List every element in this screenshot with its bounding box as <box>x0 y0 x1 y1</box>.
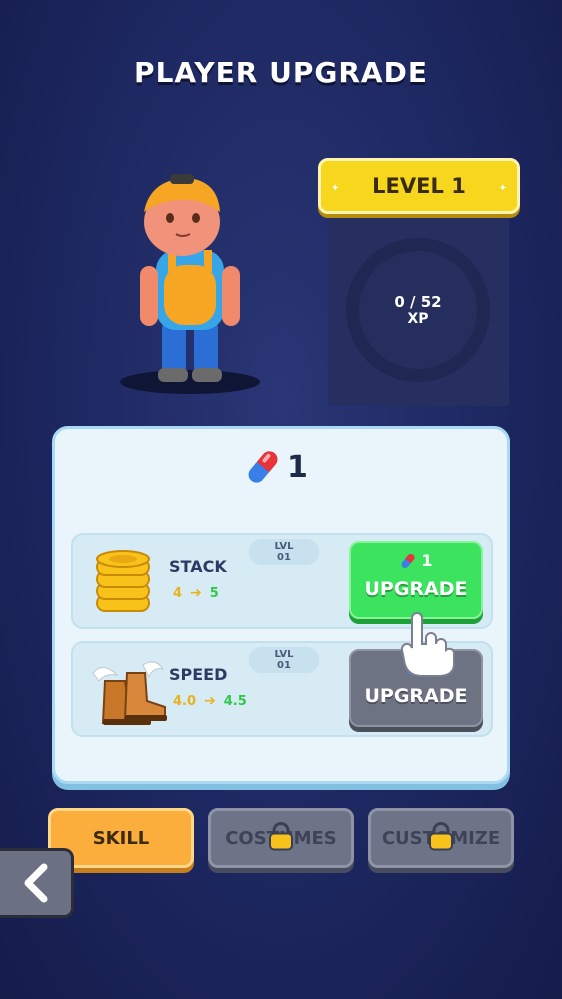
level-banner: ✦ LEVEL 1 ✦ <box>318 158 520 214</box>
skill-level-badge: LVL 01 <box>249 539 319 565</box>
upgrade-label: UPGRADE <box>364 578 468 600</box>
arrow-right-icon: ➔ <box>190 585 202 601</box>
sparkle-icon: ✦ <box>498 183 507 194</box>
lock-icon <box>429 822 453 851</box>
tab-costumes[interactable]: COSTUMES <box>208 808 354 868</box>
lvl-value: 01 <box>277 552 291 563</box>
lvl-value: 01 <box>277 660 291 671</box>
xp-progress-ring: 0 / 52 XP <box>346 238 490 382</box>
skill-name: SPEED <box>169 665 228 684</box>
stat-from: 4 <box>173 585 183 601</box>
cost-value: 1 <box>421 551 433 570</box>
level-label: LEVEL 1 <box>372 174 466 198</box>
lvl-label: LVL <box>274 649 294 660</box>
skill-stat: 4 ➔ 5 <box>173 585 219 601</box>
winged-boots-icon <box>92 661 167 725</box>
xp-unit: XP <box>407 311 429 327</box>
tab-customize[interactable]: CUSTOMIZE <box>368 808 514 868</box>
lvl-label: LVL <box>274 541 294 552</box>
currency-count: 1 <box>287 449 308 485</box>
pill-capsule-icon <box>248 451 278 483</box>
upgrade-label: UPGRADE <box>364 685 468 707</box>
pointing-hand-icon <box>400 612 455 677</box>
player-character <box>120 174 260 394</box>
pill-capsule-icon <box>401 553 415 568</box>
back-button[interactable] <box>0 848 74 918</box>
skill-level-badge: LVL 01 <box>249 647 319 673</box>
upgrade-stack-button[interactable]: 1 UPGRADE <box>349 541 483 619</box>
currency-display: 1 <box>245 447 308 487</box>
stat-to: 5 <box>209 585 219 601</box>
chevron-left-icon <box>24 863 47 903</box>
xp-value: 0 / 52 <box>394 293 442 311</box>
skill-stat: 4.0 ➔ 4.5 <box>173 693 247 709</box>
skill-panel: 1 STACK 4 ➔ 5 LVL 01 1 UPGRADE SPEED 4.0… <box>52 426 510 784</box>
coin-stack-icon <box>96 550 150 612</box>
upgrade-cost: 1 <box>351 551 481 570</box>
skill-name: STACK <box>169 557 227 576</box>
tab-label: SKILL <box>92 827 150 849</box>
page-title: PLAYER UPGRADE <box>134 56 428 89</box>
arrow-right-icon: ➔ <box>204 693 216 709</box>
lock-icon <box>269 822 293 851</box>
stat-to: 4.5 <box>223 693 247 709</box>
stat-from: 4.0 <box>173 693 197 709</box>
sparkle-icon: ✦ <box>331 183 340 194</box>
